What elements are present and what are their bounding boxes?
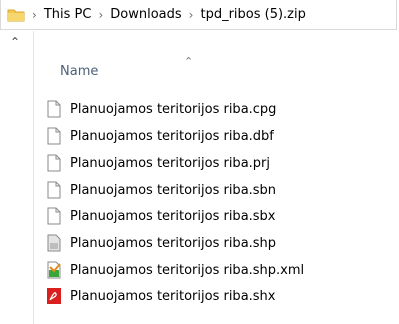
xml-file-icon bbox=[46, 261, 62, 279]
file-name: Planuojamos teritorijos riba.dbf bbox=[70, 128, 274, 144]
list-item[interactable]: Planuojamos teritorijos riba.shp.xml bbox=[46, 259, 304, 281]
breadcrumb-zip[interactable]: tpd_ribos (5).zip bbox=[200, 7, 305, 22]
generic-file-icon bbox=[46, 100, 62, 118]
list-item[interactable]: Planuojamos teritorijos riba.shx bbox=[46, 285, 276, 307]
generic-file-icon bbox=[46, 207, 62, 225]
list-item[interactable]: Planuojamos teritorijos riba.sbx bbox=[46, 205, 276, 227]
file-name: Planuojamos teritorijos riba.shx bbox=[70, 288, 276, 304]
column-header-name[interactable]: Name bbox=[60, 64, 98, 79]
generic-file-icon bbox=[46, 127, 62, 145]
breadcrumb-separator: › bbox=[98, 7, 104, 22]
list-item[interactable]: Planuojamos teritorijos riba.sbn bbox=[46, 179, 276, 201]
breadcrumb-separator: › bbox=[32, 7, 37, 22]
list-item[interactable]: Planuojamos teritorijos riba.dbf bbox=[46, 125, 274, 147]
shapefile-icon bbox=[46, 234, 62, 252]
list-item[interactable]: Planuojamos teritorijos riba.shp bbox=[46, 232, 276, 254]
file-name: Planuojamos teritorijos riba.shp.xml bbox=[70, 262, 305, 278]
pdf-red-icon bbox=[46, 287, 62, 305]
list-item[interactable]: Planuojamos teritorijos riba.cpg bbox=[46, 98, 276, 120]
file-name: Planuojamos teritorijos riba.cpg bbox=[70, 101, 277, 117]
generic-file-icon bbox=[46, 154, 62, 172]
file-name: Planuojamos teritorijos riba.prj bbox=[70, 155, 270, 171]
sort-ascending-icon: ⌃ bbox=[184, 55, 194, 68]
chevron-up-icon[interactable]: ⌃ bbox=[10, 35, 20, 49]
navigation-pane: ⌃ bbox=[0, 31, 34, 324]
list-item[interactable]: Planuojamos teritorijos riba.prj bbox=[46, 152, 270, 174]
breadcrumb-separator: › bbox=[188, 7, 194, 22]
breadcrumb-this-pc[interactable]: This PC bbox=[44, 7, 92, 22]
folder-icon bbox=[7, 7, 25, 23]
file-name: Planuojamos teritorijos riba.sbx bbox=[70, 208, 276, 224]
file-name: Planuojamos teritorijos riba.shp bbox=[70, 235, 277, 251]
address-bar[interactable]: › This PC › Downloads › tpd_ribos (5).zi… bbox=[0, 0, 397, 30]
file-name: Planuojamos teritorijos riba.sbn bbox=[70, 182, 277, 198]
breadcrumb-downloads[interactable]: Downloads bbox=[110, 7, 181, 22]
generic-file-icon bbox=[46, 181, 62, 199]
